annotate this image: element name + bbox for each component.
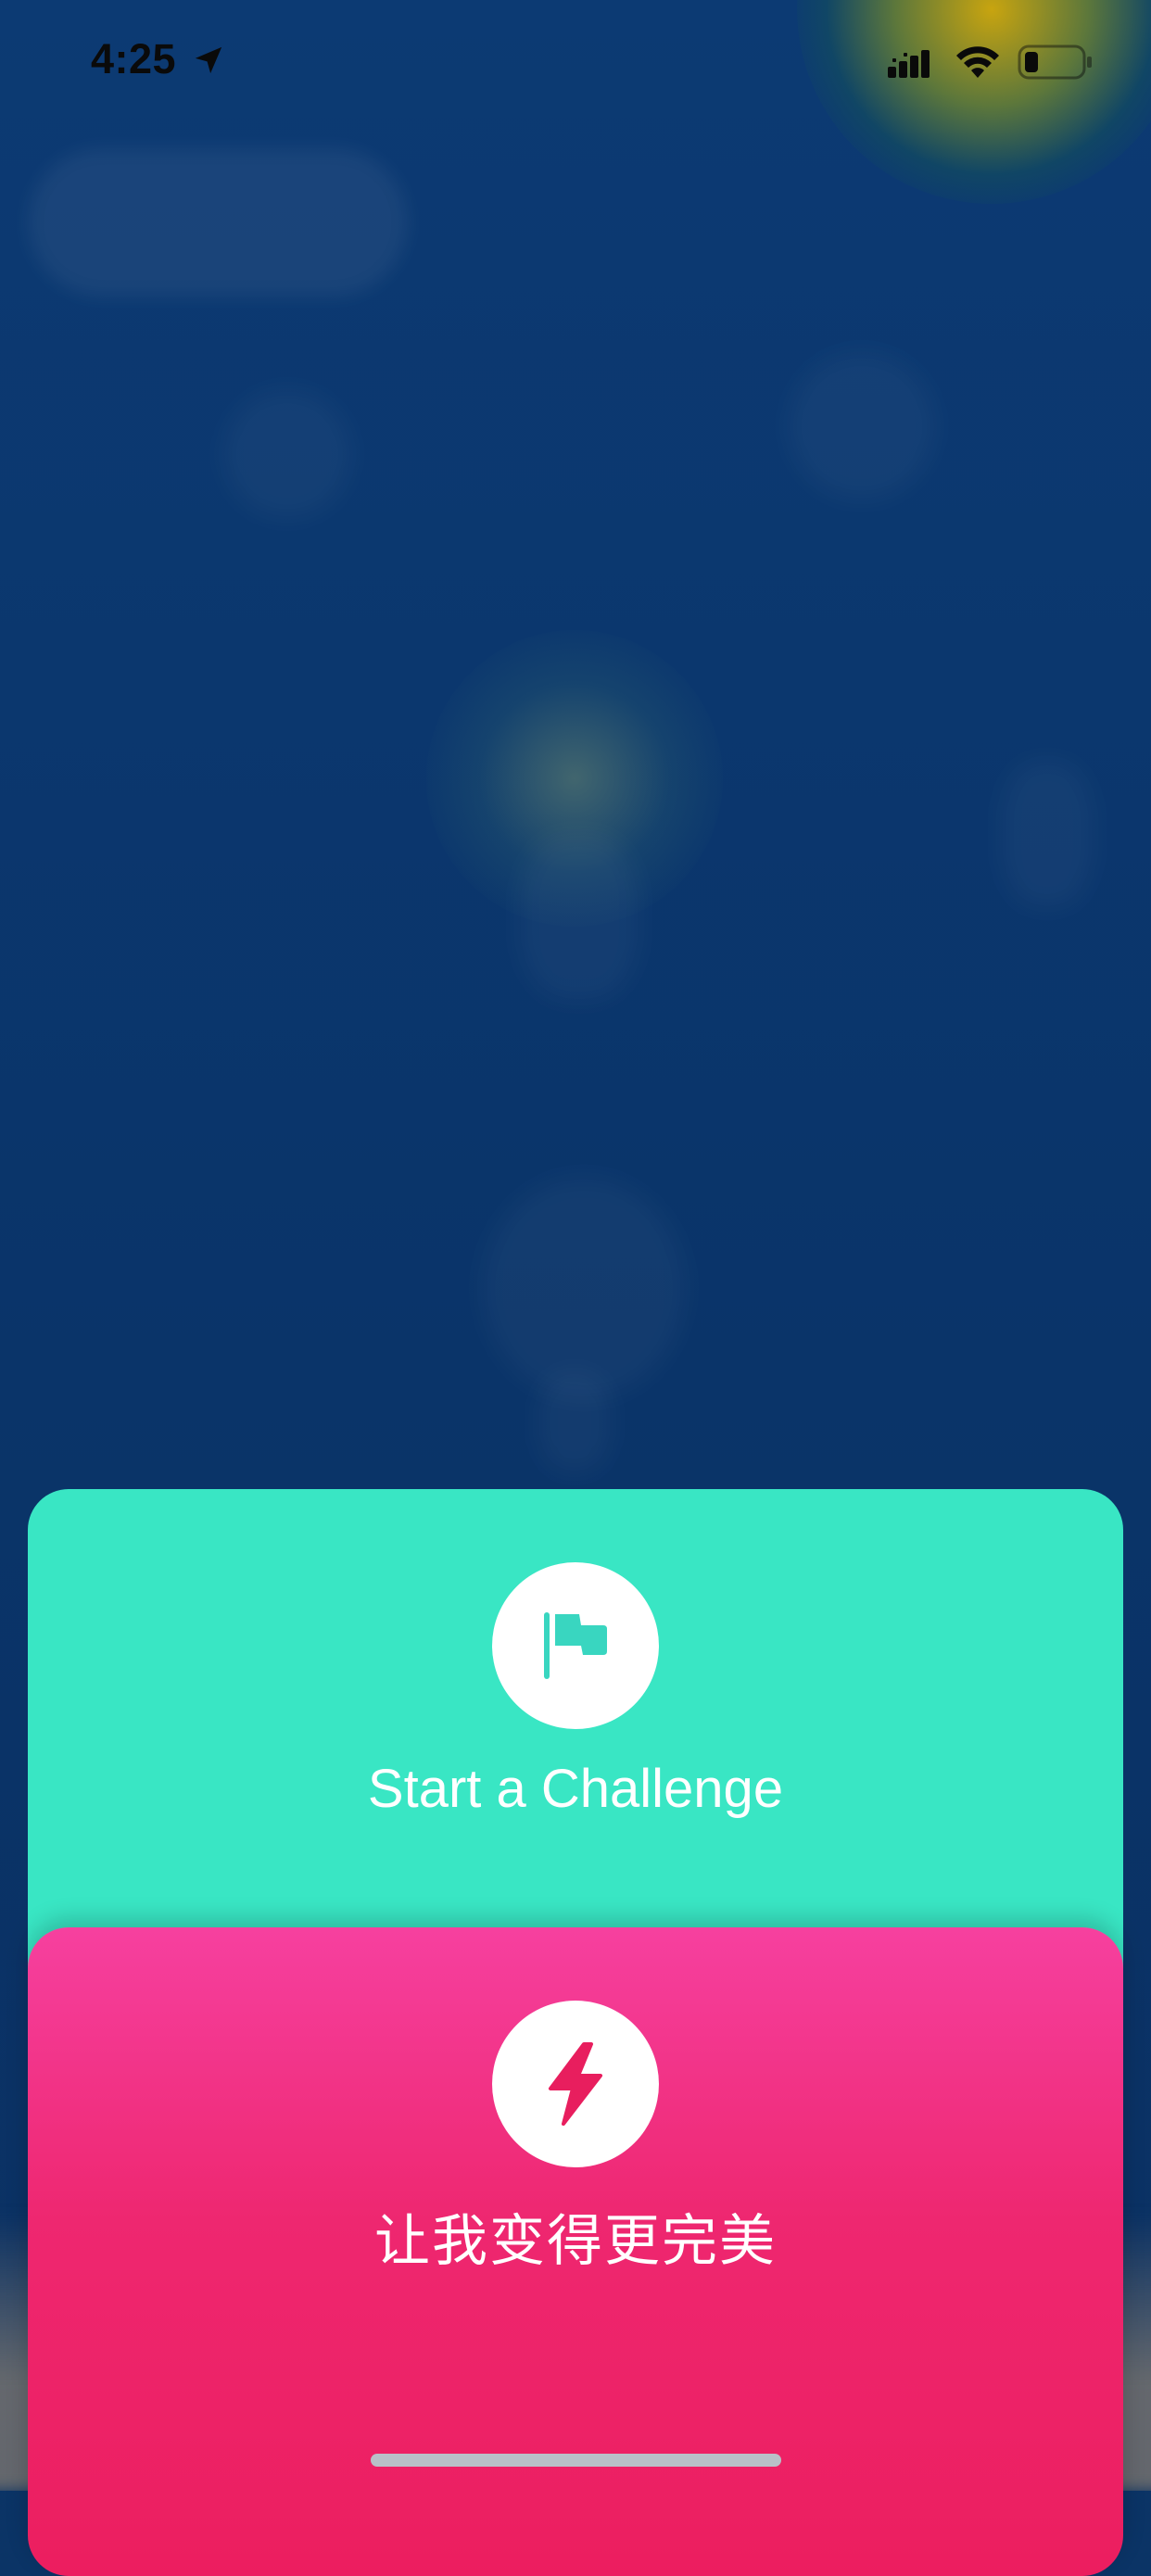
status-bar: 4:25 (0, 0, 1151, 122)
improve-me-card[interactable]: 让我变得更完美 (28, 1927, 1123, 2576)
lightning-bolt-icon (549, 2042, 602, 2126)
flag-icon (544, 1612, 607, 1679)
background-blur-shape (519, 834, 639, 1001)
challenge-icon-circle (492, 1562, 659, 1729)
battery-low-icon (1018, 44, 1092, 80)
background-blur-shape (482, 1177, 686, 1399)
cellular-signal-icon (888, 50, 930, 78)
background-blur-shape (788, 352, 936, 500)
status-time: 4:25 (91, 35, 177, 82)
improve-icon-circle (492, 2001, 659, 2167)
background-blur-shape (28, 148, 408, 297)
improve-me-label: 让我变得更完美 (374, 2209, 777, 2274)
home-indicator[interactable] (371, 2454, 781, 2467)
background-blur-shape (538, 1371, 612, 1473)
wifi-icon (956, 46, 999, 78)
location-arrow-icon (195, 46, 222, 74)
background-blur-shape (222, 389, 352, 519)
background-blur-shape (1001, 760, 1094, 908)
start-challenge-label: Start a Challenge (367, 1759, 784, 1819)
